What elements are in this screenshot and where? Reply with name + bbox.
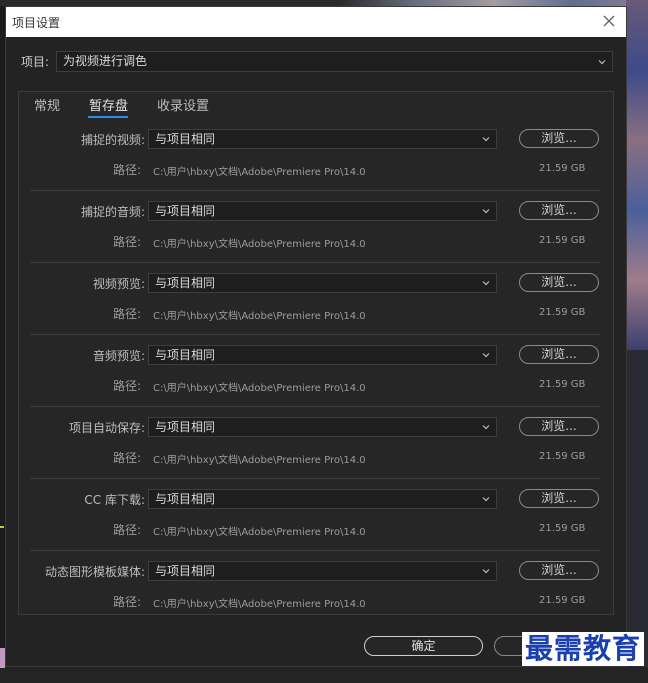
project-select-value: 为视频进行调色 [63, 54, 148, 68]
cc-library-downloads-location-value: 与项目相同 [155, 492, 216, 506]
watermark-logo: 最需教育 [522, 632, 645, 666]
project-autosave-location-value: 与项目相同 [155, 420, 216, 434]
audio-previews-label: 音频预览: [92, 349, 145, 363]
cc-library-downloads-location-select[interactable]: 与项目相同 [148, 489, 497, 509]
motion-graphics-media-path-value: C:\用户\hbxy\文档\Adobe\Premiere Pro\14.0 [153, 599, 366, 610]
captured-audio-label: 捕捉的音频: [80, 205, 145, 219]
project-autosave-path-value: C:\用户\hbxy\文档\Adobe\Premiere Pro\14.0 [153, 455, 366, 466]
video-previews-path-value: C:\用户\hbxy\文档\Adobe\Premiere Pro\14.0 [153, 311, 366, 322]
active-tab-indicator [88, 116, 128, 118]
video-previews-label: 视频预览: [92, 277, 145, 291]
chevron-down-icon [482, 569, 490, 574]
row-divider [30, 478, 600, 479]
captured-video-browse-button[interactable]: 浏览... [519, 129, 599, 148]
project-settings-dialog: 项目设置 项目: 为视频进行调色 常规 暂存盘 收录设置 捕捉的视频: 与项目相同… [5, 6, 627, 667]
dialog-title: 项目设置 [12, 16, 61, 30]
captured-audio-free-space: 21.59 GB [539, 235, 586, 246]
tab-general[interactable]: 常规 [34, 95, 60, 114]
captured-video-location-value: 与项目相同 [155, 132, 216, 146]
project-select[interactable]: 为视频进行调色 [56, 51, 613, 72]
audio-previews-path-label: 路径: [112, 379, 141, 393]
project-autosave-path-label: 路径: [112, 451, 141, 465]
row-divider [30, 550, 600, 551]
audio-previews-path-value: C:\用户\hbxy\文档\Adobe\Premiere Pro\14.0 [153, 383, 366, 394]
background-playhead-marker [0, 526, 4, 528]
row-divider [30, 262, 600, 263]
motion-graphics-media-location-value: 与项目相同 [155, 564, 216, 578]
captured-audio-path-value: C:\用户\hbxy\文档\Adobe\Premiere Pro\14.0 [153, 239, 366, 250]
cc-library-downloads-label: CC 库下载: [84, 493, 145, 507]
cc-library-downloads-path-value: C:\用户\hbxy\文档\Adobe\Premiere Pro\14.0 [153, 527, 366, 538]
chevron-down-icon [482, 281, 490, 286]
chevron-down-icon [482, 425, 490, 430]
audio-previews-free-space: 21.59 GB [539, 379, 586, 390]
video-previews-browse-button[interactable]: 浏览... [519, 273, 599, 292]
captured-video-path-label: 路径: [112, 163, 141, 177]
captured-video-free-space: 21.59 GB [539, 163, 586, 174]
tab-ingest-settings[interactable]: 收录设置 [157, 95, 209, 114]
chevron-down-icon [482, 353, 490, 358]
chevron-down-icon [482, 209, 490, 214]
motion-graphics-media-path-label: 路径: [112, 595, 141, 609]
tab-scratch-disks[interactable]: 暂存盘 [89, 95, 128, 114]
chevron-down-icon [598, 59, 606, 64]
audio-previews-location-select[interactable]: 与项目相同 [148, 345, 497, 365]
background-image-right [626, 0, 648, 350]
cc-library-downloads-free-space: 21.59 GB [539, 523, 586, 534]
close-icon[interactable] [600, 12, 618, 30]
project-autosave-label: 项目自动保存: [68, 421, 145, 435]
chevron-down-icon [482, 497, 490, 502]
motion-graphics-media-free-space: 21.59 GB [539, 595, 586, 606]
captured-video-label: 捕捉的视频: [80, 133, 145, 147]
project-autosave-free-space: 21.59 GB [539, 451, 586, 462]
captured-video-path-value: C:\用户\hbxy\文档\Adobe\Premiere Pro\14.0 [153, 167, 366, 178]
title-bar: 项目设置 [6, 7, 626, 37]
motion-graphics-media-label: 动态图形模板媒体: [44, 565, 145, 579]
video-previews-free-space: 21.59 GB [539, 307, 586, 318]
chevron-down-icon [482, 137, 490, 142]
audio-previews-browse-button[interactable]: 浏览... [519, 345, 599, 364]
project-label: 项目: [21, 55, 50, 69]
captured-video-location-select[interactable]: 与项目相同 [148, 129, 497, 149]
captured-audio-location-select[interactable]: 与项目相同 [148, 201, 497, 221]
captured-audio-browse-button[interactable]: 浏览... [519, 201, 599, 220]
ok-button[interactable]: 确定 [364, 636, 483, 656]
project-autosave-browse-button[interactable]: 浏览... [519, 417, 599, 436]
motion-graphics-media-browse-button[interactable]: 浏览... [519, 561, 599, 580]
captured-audio-path-label: 路径: [112, 235, 141, 249]
cc-library-downloads-browse-button[interactable]: 浏览... [519, 489, 599, 508]
audio-previews-location-value: 与项目相同 [155, 348, 216, 362]
project-autosave-location-select[interactable]: 与项目相同 [148, 417, 497, 437]
video-previews-location-value: 与项目相同 [155, 276, 216, 290]
motion-graphics-media-location-select[interactable]: 与项目相同 [148, 561, 497, 581]
row-divider [30, 190, 600, 191]
cc-library-downloads-path-label: 路径: [112, 523, 141, 537]
background-bottom-bar [0, 667, 648, 683]
row-divider [30, 334, 600, 335]
video-previews-path-label: 路径: [112, 307, 141, 321]
row-divider [30, 406, 600, 407]
captured-audio-location-value: 与项目相同 [155, 204, 216, 218]
video-previews-location-select[interactable]: 与项目相同 [148, 273, 497, 293]
